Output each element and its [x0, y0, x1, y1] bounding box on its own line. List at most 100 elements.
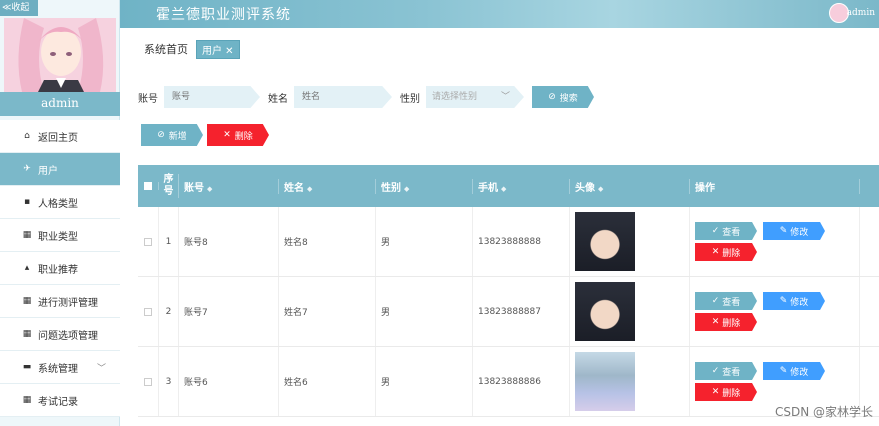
- header-no: 序号: [159, 174, 179, 198]
- sidebar-item-assessment-manage[interactable]: ▦ 进行测评管理: [0, 285, 120, 318]
- sort-icon: ◆: [404, 184, 410, 193]
- row-account: 账号7: [179, 277, 279, 346]
- view-button[interactable]: ✓ 查看: [695, 222, 757, 240]
- edit-button[interactable]: ✎ 修改: [763, 222, 825, 240]
- sidebar-item-exam-records[interactable]: ▦ 考试记录: [0, 384, 120, 417]
- row-sex: 男: [376, 277, 473, 346]
- message-icon: ▬: [22, 362, 32, 372]
- edit-label: 修改: [790, 297, 809, 308]
- edit-button[interactable]: ✎ 修改: [763, 362, 825, 380]
- table-row: 2 账号7 姓名7 男 13823888887 ✓ 查看 ✎ 修改 ✕ 删除: [138, 277, 879, 347]
- sidebar-item-career-recommend[interactable]: ▴ 职业推荐: [0, 252, 120, 285]
- row-name: 姓名8: [279, 207, 376, 276]
- edit-button[interactable]: ✎ 修改: [763, 292, 825, 310]
- row-ops: ✓ 查看 ✎ 修改 ✕ 删除: [690, 207, 860, 276]
- row-account: 账号8: [179, 207, 279, 276]
- grid-icon: ▦: [22, 230, 32, 240]
- header-sex-label: 性别: [381, 182, 401, 194]
- search-bar: 账号 姓名 性别 请选择性别 ﹀ ⊘ 搜索: [138, 85, 594, 109]
- check-icon: ✓: [711, 366, 723, 376]
- delete-button[interactable]: ✕ 删除: [695, 313, 757, 331]
- add-button-label: 新增: [168, 131, 187, 142]
- delete-button[interactable]: ✕ 删除: [695, 243, 757, 261]
- breadcrumb-home[interactable]: 系统首页: [144, 41, 188, 57]
- edit-label: 修改: [790, 367, 809, 378]
- row-avatar-cell: [570, 207, 690, 276]
- sex-label: 性别: [400, 93, 420, 105]
- chevron-down-icon: ﹀: [500, 92, 510, 102]
- grid-icon: ▦: [22, 395, 32, 405]
- sex-select-placeholder: 请选择性别: [432, 92, 478, 102]
- header-account-label: 账号: [184, 182, 204, 194]
- header-ops: 操作: [690, 178, 860, 194]
- sidebar-item-home[interactable]: ⌂ 返回主页: [0, 120, 120, 153]
- sex-select[interactable]: 请选择性别 ﹀: [426, 86, 524, 108]
- sidebar-item-career-types[interactable]: ▦ 职业类型: [0, 219, 120, 252]
- delete-label: 删除: [722, 248, 741, 259]
- grid-icon: ▦: [22, 296, 32, 306]
- row-avatar-cell: [570, 277, 690, 346]
- header-sex[interactable]: 性别 ◆: [376, 178, 473, 194]
- row-checkbox[interactable]: [144, 377, 152, 386]
- row-avatar-cell: [570, 347, 690, 416]
- sidebar-username: admin: [0, 92, 120, 116]
- row-avatar-image: [575, 352, 635, 411]
- add-button[interactable]: ⊘ 新增: [141, 124, 203, 146]
- search-button[interactable]: ⊘ 搜索: [532, 86, 594, 108]
- row-checkbox[interactable]: [144, 237, 152, 246]
- close-icon: ✕: [711, 317, 723, 327]
- grid-icon: ▦: [22, 329, 32, 339]
- sidebar-item-question-options[interactable]: ▦ 问题选项管理: [0, 318, 120, 351]
- row-no: 1: [159, 207, 179, 276]
- view-button[interactable]: ✓ 查看: [695, 362, 757, 380]
- sort-icon: ◆: [307, 184, 313, 193]
- view-label: 查看: [722, 367, 741, 378]
- watermark: CSDN @家林学长: [774, 405, 873, 419]
- sidebar-item-users[interactable]: ✈ 用户: [0, 153, 120, 186]
- sidebar: ≪收起 admin ⌂ 返回主页 ✈ 用户 ▪ 人格类型 ▦ 职业类型 ▴ 职业…: [0, 0, 120, 426]
- row-checkbox-cell: [138, 347, 159, 416]
- edit-label: 修改: [790, 227, 809, 238]
- thumb-icon: ▴: [24, 263, 30, 273]
- header-username[interactable]: admin: [847, 8, 875, 18]
- view-label: 查看: [722, 227, 741, 238]
- check-icon: ✓: [711, 296, 723, 306]
- view-button[interactable]: ✓ 查看: [695, 292, 757, 310]
- document-icon: ▪: [23, 197, 31, 207]
- header-name-label: 姓名: [284, 182, 304, 194]
- row-sex: 男: [376, 347, 473, 416]
- sidebar-item-label: 问题选项管理: [38, 330, 98, 342]
- anime-avatar-image: [4, 18, 116, 92]
- add-icon: ⊘: [157, 130, 165, 140]
- sort-icon: ◆: [501, 184, 507, 193]
- delete-button[interactable]: ✕ 删除: [695, 383, 757, 401]
- sidebar-item-system-manage[interactable]: ▬ 系统管理 ﹀: [0, 351, 120, 384]
- account-input[interactable]: [164, 86, 260, 108]
- row-checkbox[interactable]: [144, 307, 152, 316]
- row-no: 3: [159, 347, 179, 416]
- collapse-button[interactable]: ≪收起: [0, 0, 38, 16]
- edit-icon: ✎: [779, 226, 791, 236]
- row-name: 姓名6: [279, 347, 376, 416]
- table-row: 3 账号6 姓名6 男 13823888886 ✓ 查看 ✎ 修改 ✕ 删除: [138, 347, 879, 417]
- tab-users[interactable]: 用户 ✕: [196, 39, 240, 59]
- row-avatar-image: [575, 212, 635, 271]
- sidebar-item-personality-types[interactable]: ▪ 人格类型: [0, 186, 120, 219]
- row-checkbox-cell: [138, 277, 159, 346]
- batch-delete-button[interactable]: ✕ 删除: [207, 124, 269, 146]
- header-account[interactable]: 账号 ◆: [179, 178, 279, 194]
- name-input[interactable]: [294, 86, 392, 108]
- header-phone-label: 手机: [478, 182, 498, 194]
- edit-icon: ✎: [779, 296, 791, 306]
- row-phone: 13823888887: [473, 277, 570, 346]
- table-header: 序号 账号 ◆ 姓名 ◆ 性别 ◆ 手机 ◆ 头像 ◆ 操作: [138, 165, 879, 207]
- header-phone[interactable]: 手机 ◆: [473, 178, 570, 194]
- row-phone: 13823888888: [473, 207, 570, 276]
- row-sex: 男: [376, 207, 473, 276]
- action-toolbar: ⊘ 新增 ✕ 删除: [141, 124, 269, 146]
- breadcrumb: 系统首页 用户 ✕: [138, 38, 240, 60]
- header-avatar[interactable]: 头像 ◆: [570, 178, 690, 194]
- top-header: 霍兰德职业测评系统 admin: [120, 0, 879, 28]
- header-name[interactable]: 姓名 ◆: [279, 178, 376, 194]
- select-all-checkbox[interactable]: [144, 182, 152, 190]
